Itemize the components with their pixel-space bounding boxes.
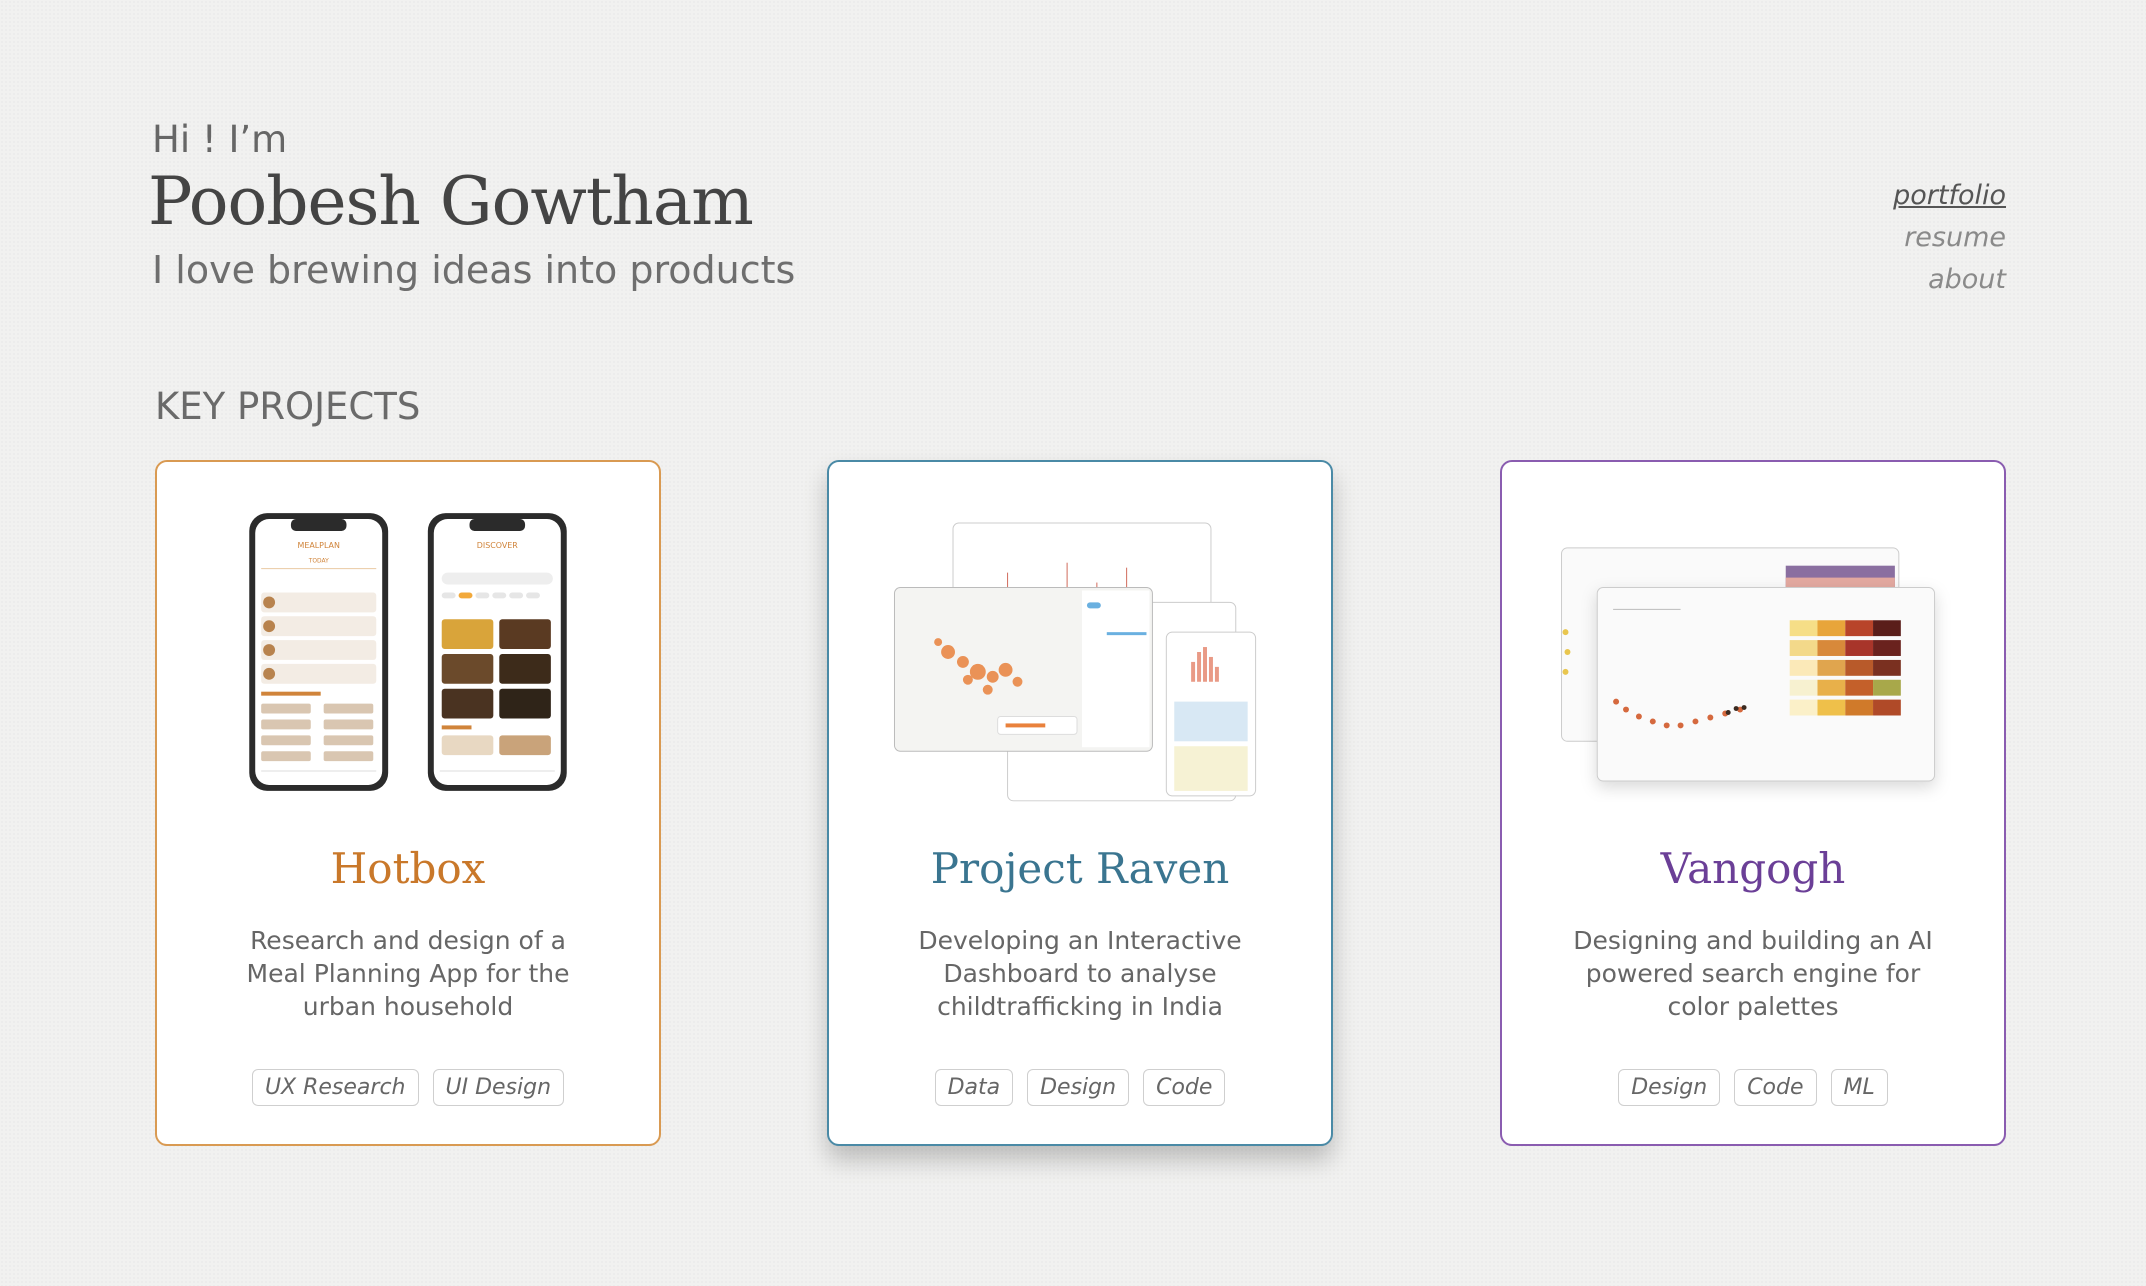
main-nav: portfolio resume about	[1893, 175, 2006, 301]
project-description: Designing and building an AI powered sea…	[1573, 926, 1933, 1021]
tag: Code	[1734, 1069, 1817, 1106]
project-tags: UX Research UI Design	[157, 1069, 659, 1106]
tag: ML	[1830, 1069, 1888, 1106]
svg-text:TODAY: TODAY	[308, 558, 329, 565]
project-card-raven[interactable]: Project Raven Developing an Interactive …	[827, 460, 1333, 1146]
project-tags: Design Code ML	[1502, 1069, 2004, 1106]
vangogh-thumbnail	[1561, 547, 1936, 782]
project-description: Research and design of a Meal Planning A…	[246, 926, 570, 1021]
raven-thumbnail	[893, 522, 1257, 802]
nav-resume[interactable]: resume	[1893, 217, 2006, 259]
palette-search-mockups	[1561, 547, 1936, 782]
phone-mockup-left: MEALPLAN TODAY	[249, 513, 389, 791]
discover-label: DISCOVER	[477, 541, 519, 550]
project-description: Developing an Interactive Dashboard to a…	[918, 926, 1242, 1021]
project-title: Project Raven	[930, 844, 1230, 893]
tagline: I love brewing ideas into products	[152, 248, 796, 292]
nav-portfolio[interactable]: portfolio	[1893, 175, 2006, 217]
project-card-hotbox[interactable]: MEALPLAN TODAY DISCOVER Hotbox Research …	[155, 460, 661, 1146]
dashboard-mockups	[893, 522, 1257, 802]
project-title: Hotbox	[330, 844, 486, 893]
nav-about[interactable]: about	[1893, 259, 2006, 301]
tag: Code	[1143, 1069, 1226, 1106]
greeting: Hi ! I’m	[152, 118, 288, 161]
author-name: Poobesh Gowtham	[148, 163, 754, 240]
tag: Design	[1027, 1069, 1130, 1106]
project-tags: Data Design Code	[829, 1069, 1331, 1106]
tag: Data	[934, 1069, 1014, 1106]
phone-mockup-right: DISCOVER	[427, 513, 567, 791]
tag: UI Design	[432, 1069, 565, 1106]
project-title: Vangogh	[1660, 844, 1846, 893]
tag: Design	[1618, 1069, 1721, 1106]
header: Hi ! I’m Poobesh Gowtham I love brewing …	[148, 118, 796, 292]
project-card-vangogh[interactable]: Vangogh Designing and building an AI pow…	[1500, 460, 2006, 1146]
tag: UX Research	[251, 1069, 419, 1106]
mealplan-label: MEALPLAN	[298, 541, 340, 550]
section-title: KEY PROJECTS	[155, 385, 421, 428]
hotbox-thumbnail: MEALPLAN TODAY DISCOVER	[249, 513, 567, 791]
